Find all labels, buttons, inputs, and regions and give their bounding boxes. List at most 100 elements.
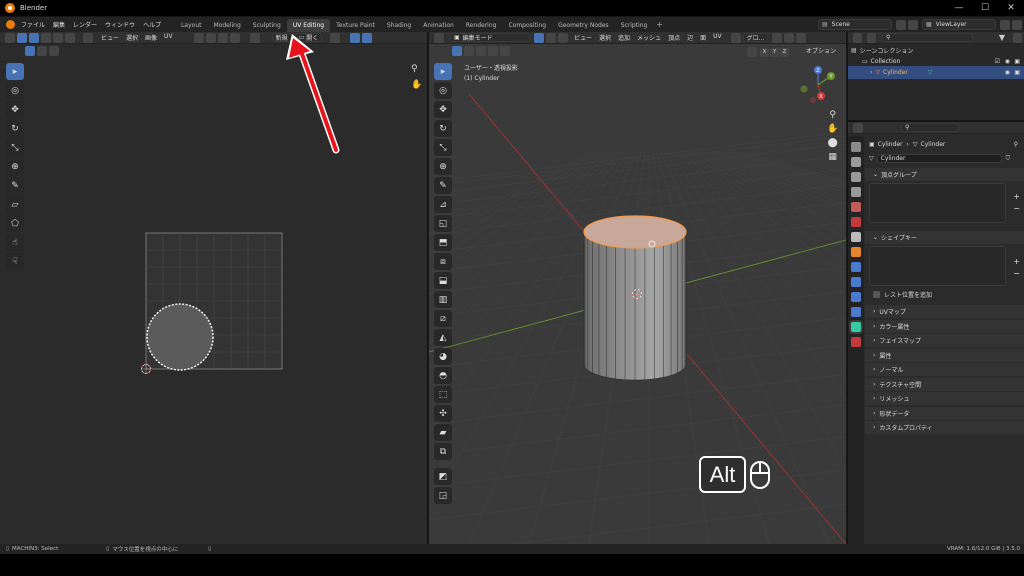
image-browse-icon[interactable]	[249, 32, 260, 43]
menu-item[interactable]: ウィンドウ	[105, 20, 135, 29]
workspace-tab[interactable]: Shading	[381, 19, 417, 32]
collection-visibility-icon[interactable]: ◉	[1005, 58, 1010, 65]
rest-position-row[interactable]: レスト位置を追加	[865, 288, 1024, 301]
island-select-icon[interactable]	[65, 32, 75, 43]
vertex-select-icon[interactable]	[29, 32, 39, 43]
collection-render-icon[interactable]: ▣	[1014, 58, 1020, 65]
object-tab-icon[interactable]	[851, 247, 861, 257]
viewport-scene[interactable]	[429, 32, 846, 544]
fake-user-icon[interactable]: ⛉	[1006, 155, 1011, 163]
vp-camera-icon[interactable]: ⬤	[828, 138, 838, 148]
filter-icon[interactable]: ▼	[999, 33, 1005, 42]
vp-rotate-tool-icon[interactable]: ↻	[434, 120, 452, 137]
add-vertex-group-icon[interactable]: +	[1013, 192, 1020, 201]
rotate-tool-icon[interactable]: ↻	[6, 120, 24, 137]
vp-measure-tool-icon[interactable]: ⊿	[434, 196, 452, 213]
menu-item[interactable]: ヘルプ	[143, 20, 161, 29]
pin-properties-icon[interactable]: ⚲	[1014, 141, 1018, 148]
new-view-layer-icon[interactable]	[1000, 20, 1010, 30]
add-shape-key-icon[interactable]: +	[1013, 257, 1020, 266]
vp-rip-tool-icon[interactable]: ◩	[434, 468, 452, 485]
uv-grid[interactable]	[140, 227, 290, 377]
object-row-cylinder[interactable]: › ▽ Cylinder ▽ ◉ ▣	[848, 66, 1024, 79]
vp-rip-edge-tool-icon[interactable]: ◲	[434, 487, 452, 504]
editor-type-icon[interactable]	[5, 32, 15, 43]
outliner-editor-type-icon[interactable]	[853, 32, 862, 43]
outliner-search-input[interactable]: ⚲	[882, 33, 973, 42]
menu-item[interactable]: ファイル	[21, 20, 45, 29]
vertex-groups-panel-header[interactable]: ⌄ 頂点グループ	[865, 168, 1024, 181]
scene-tab-icon[interactable]	[851, 202, 861, 212]
uv-menu-item[interactable]: UV	[164, 33, 173, 42]
relax-tool-icon[interactable]: ⬠	[6, 215, 24, 232]
vp-shear-tool-icon[interactable]: ▰	[434, 424, 452, 441]
vp-add-cube-tool-icon[interactable]: ◱	[434, 215, 452, 232]
physics-tab-icon[interactable]	[851, 292, 861, 302]
view-layer-tab-icon[interactable]	[851, 187, 861, 197]
vp-to-sphere-tool-icon[interactable]: ⧉	[434, 443, 452, 460]
area-divider[interactable]	[427, 32, 429, 544]
uv-menu-item[interactable]: ビュー	[101, 33, 119, 42]
workspace-tab[interactable]: Layout	[175, 19, 207, 32]
properties-section-header[interactable]: › ノーマル	[865, 363, 1024, 376]
remove-vertex-group-icon[interactable]: −	[1013, 204, 1020, 213]
collection-tab-icon[interactable]	[851, 232, 861, 242]
new-scene-icon[interactable]	[896, 20, 906, 30]
render-tab-icon[interactable]	[851, 157, 861, 167]
properties-section-header[interactable]: › テクスチャ空間	[865, 377, 1024, 391]
vp-edge-slide-tool-icon[interactable]: ⬚	[434, 386, 452, 403]
workspace-tab[interactable]: Geometry Nodes	[552, 19, 615, 32]
pinch-tool-icon[interactable]: ☝	[6, 234, 24, 251]
properties-section-header[interactable]: › カスタムプロパティ	[865, 421, 1024, 434]
vp-bevel-tool-icon[interactable]: ⬓	[434, 272, 452, 289]
minimize-button[interactable]: —	[946, 0, 972, 16]
sync-selection-icon[interactable]	[17, 32, 27, 43]
constraints-tab-icon[interactable]	[851, 307, 861, 317]
delete-scene-icon[interactable]	[908, 20, 918, 30]
properties-editor-type-icon[interactable]	[853, 122, 863, 133]
workspace-tab[interactable]: Compositing	[502, 19, 552, 32]
vp-shrink-tool-icon[interactable]: ✣	[434, 405, 452, 422]
rest-position-checkbox[interactable]	[873, 291, 880, 298]
vp-transform-tool-icon[interactable]: ⊕	[434, 158, 452, 175]
vp-smooth-tool-icon[interactable]: ◓	[434, 367, 452, 384]
pivot-icon[interactable]	[193, 32, 204, 43]
rip-tool-icon[interactable]: ☟	[6, 253, 24, 270]
properties-search-input[interactable]: ⚲	[901, 123, 959, 132]
blender-menu-icon[interactable]	[6, 20, 15, 29]
menu-item[interactable]: レンダー	[73, 20, 97, 29]
scale-tool-icon[interactable]: ⤡	[6, 139, 24, 156]
vp-knife-tool-icon[interactable]: ⧄	[434, 310, 452, 327]
vp-cursor-tool-icon[interactable]: ◎	[434, 82, 452, 99]
workspace-tab[interactable]: Sculpting	[247, 19, 287, 32]
maximize-button[interactable]: ☐	[972, 0, 998, 16]
delete-view-layer-icon[interactable]	[1012, 20, 1022, 30]
mesh-browse-icon[interactable]: ▽	[869, 155, 874, 162]
vp-inset-tool-icon[interactable]: ⧈	[434, 253, 452, 270]
proportional-icon[interactable]	[217, 32, 228, 43]
properties-section-header[interactable]: › 形状データ	[865, 406, 1024, 420]
uv-menu-item[interactable]: 選択	[126, 33, 138, 42]
cursor-tool-icon[interactable]: ◎	[6, 82, 24, 99]
vp-zoom-icon[interactable]: ⚲	[829, 110, 836, 120]
uv-menu-item[interactable]: 画像	[145, 33, 157, 42]
workspace-tab[interactable]: Modeling	[207, 19, 246, 32]
snap-icon[interactable]	[205, 32, 216, 43]
vp-grid-icon[interactable]: ▦	[828, 152, 837, 162]
falloff-icon[interactable]	[229, 32, 240, 43]
vp-annotate-tool-icon[interactable]: ✎	[434, 177, 452, 194]
output-tab-icon[interactable]	[851, 172, 861, 182]
menu-item[interactable]: 編集	[53, 20, 65, 29]
edge-select-icon[interactable]	[41, 32, 51, 43]
pan-hand-icon[interactable]: ✋	[411, 80, 422, 90]
sticky-select-icon[interactable]	[83, 32, 93, 43]
tool-tab-icon[interactable]	[851, 142, 861, 152]
mesh-name-field[interactable]: Cylinder	[876, 154, 1002, 163]
select-tool-icon[interactable]: ▸	[6, 63, 24, 80]
shape-keys-panel-header[interactable]: ⌄ シェイプキー	[865, 231, 1024, 244]
object-visibility-icon[interactable]: ◉	[1005, 69, 1010, 76]
vp-move-tool-icon[interactable]: ✥	[434, 101, 452, 118]
uv-select-mode-a-icon[interactable]	[25, 46, 35, 56]
properties-section-header[interactable]: › リメッシュ	[865, 392, 1024, 405]
scene-selector[interactable]: ▤ Scene	[818, 19, 892, 30]
